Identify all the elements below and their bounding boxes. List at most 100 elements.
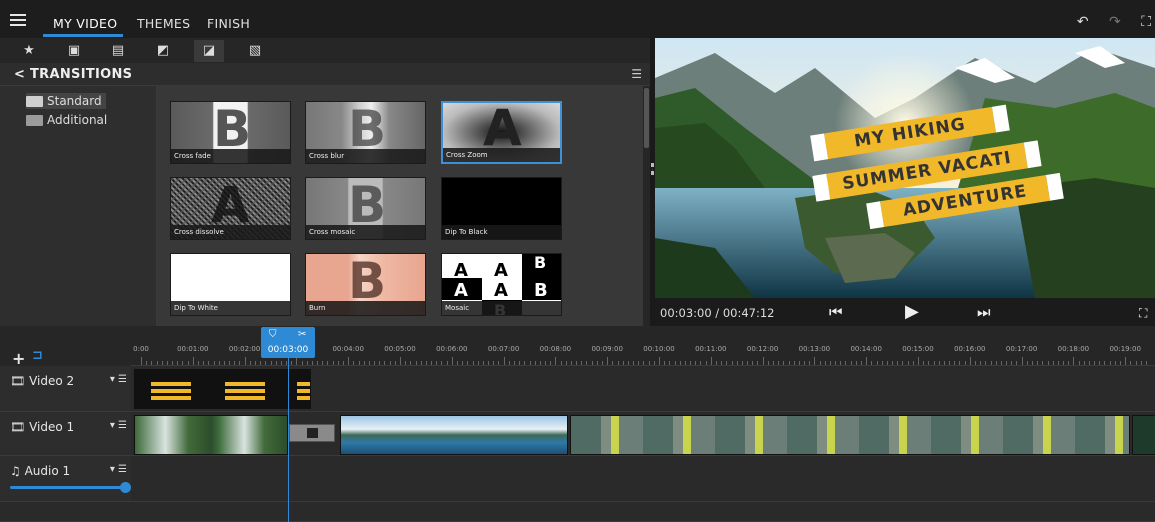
thumb-label: Dip To Black <box>442 225 561 239</box>
ruler-tick <box>809 361 811 365</box>
track-menu-icon[interactable]: ▾ ☰ <box>110 420 127 431</box>
transitions-scrollbar[interactable] <box>643 86 650 326</box>
overlay-icon[interactable]: ▧ <box>240 40 270 62</box>
ruler-tick <box>172 361 174 365</box>
ruler-tick <box>239 361 241 365</box>
undo-icon[interactable]: ↶ <box>1077 14 1089 30</box>
thumb-label: Mosaic <box>442 301 561 315</box>
fullscreen-icon[interactable]: ⛶ <box>1141 14 1151 30</box>
transitions-back-title[interactable]: < TRANSITIONS <box>14 67 132 82</box>
marker-icon[interactable]: ⛉ <box>269 329 277 340</box>
transition-thumb-dip-to-white[interactable]: Dip To White <box>170 253 291 316</box>
transition-thumb-cross-zoom[interactable]: A Cross Zoom <box>441 101 562 164</box>
ruler-tick <box>368 361 370 365</box>
track-lane-audio-1[interactable] <box>131 456 1155 502</box>
transition-thumb-mosaic[interactable]: A A B A A B B Mosaic <box>441 253 562 316</box>
ruler-tick <box>829 361 831 365</box>
transition-thumb-cross-mosaic[interactable]: B Cross mosaic <box>305 177 426 240</box>
ruler-tick <box>343 361 345 365</box>
ruler-tick <box>317 361 319 365</box>
transition-thumb-burn[interactable]: B Burn <box>305 253 426 316</box>
split-icon[interactable]: ✂ <box>298 329 306 340</box>
ruler-tick <box>161 361 163 365</box>
folder-media-icon[interactable]: ▣ <box>59 40 89 62</box>
ruler-tick <box>327 361 329 365</box>
category-label: Standard <box>47 94 102 108</box>
ruler-tick <box>855 361 857 365</box>
ruler-tick <box>633 361 635 365</box>
category-additional[interactable]: Additional <box>26 112 111 128</box>
ruler-tick <box>519 361 521 365</box>
ruler-tick-label: 0:00 <box>133 345 149 353</box>
ruler-tick <box>736 361 738 365</box>
ruler-tick <box>177 361 179 365</box>
video-clip-2[interactable] <box>340 415 568 455</box>
ruler-tick <box>964 361 966 365</box>
list-view-icon[interactable]: ☰ <box>631 67 642 81</box>
skip-forward-icon[interactable]: ⏭ <box>977 303 991 321</box>
title-clip[interactable] <box>134 369 311 409</box>
transition-clip[interactable] <box>289 424 335 442</box>
volume-slider[interactable] <box>10 482 131 493</box>
filter-icon[interactable]: ◩ <box>148 40 178 62</box>
history-controls: ↶ ↷ ⛶ <box>1061 14 1151 30</box>
playhead-handle[interactable]: ⛉ ✂ 00:03:00 <box>261 327 315 358</box>
ruler-tick <box>845 361 847 365</box>
transition-thumb-cross-fade[interactable]: B Cross fade <box>170 101 291 164</box>
ruler-tick <box>182 361 184 365</box>
ruler-tick-label: 00:07:00 <box>487 345 520 353</box>
volume-icon[interactable] <box>120 482 131 493</box>
track-header-video-1[interactable]: 🎞 Video 1 ▾ ☰ <box>0 412 131 456</box>
thumb-label: Cross Zoom <box>443 148 560 162</box>
star-icon[interactable]: ★ <box>14 40 44 62</box>
ruler-tick-label: 00:05:00 <box>384 345 416 353</box>
video-preview[interactable]: MY HIKING SUMMER VACATI ADVENTURE <box>655 38 1155 298</box>
ruler-tick <box>197 361 199 365</box>
ruler-tick <box>1125 357 1127 365</box>
category-standard[interactable]: Standard <box>26 93 106 109</box>
track-header-video-2[interactable]: 🎞 Video 2 ▾ ☰ <box>0 366 131 412</box>
video-clip-4[interactable] <box>1132 415 1155 455</box>
svg-text:A: A <box>454 280 468 301</box>
transition-thumb-dip-to-black[interactable]: Dip To Black <box>441 177 562 240</box>
menu-my-video[interactable]: MY VIDEO <box>53 16 117 31</box>
redo-icon[interactable]: ↷ <box>1109 14 1121 30</box>
menu-themes[interactable]: THEMES <box>137 16 190 31</box>
ruler-tick <box>1120 361 1122 365</box>
ruler-tick <box>560 361 562 365</box>
transition-thumb-cross-blur[interactable]: B Cross blur <box>305 101 426 164</box>
track-menu-icon[interactable]: ▾ ☰ <box>110 464 127 475</box>
svg-text:B: B <box>534 254 546 272</box>
ruler-tick <box>850 361 852 365</box>
ruler-tick <box>980 361 982 365</box>
play-icon[interactable]: ▶ <box>905 301 919 322</box>
video-clip-1[interactable] <box>134 415 288 455</box>
ruler-tick <box>503 357 505 365</box>
track-lane-video-1[interactable] <box>131 412 1155 456</box>
track-header-audio-1[interactable]: ♫ Audio 1 ▾ ☰ <box>0 456 131 502</box>
ruler-tick <box>166 361 168 365</box>
hamburger-menu-icon[interactable] <box>10 14 26 26</box>
ruler-tick <box>508 361 510 365</box>
transition-thumb-cross-dissolve[interactable]: A Cross dissolve <box>170 177 291 240</box>
track-menu-icon[interactable]: ▾ ☰ <box>110 374 127 385</box>
ruler-tick <box>286 361 288 365</box>
ruler-tick <box>472 361 474 365</box>
skip-back-icon[interactable]: ⏮ <box>829 303 843 321</box>
ruler-tick <box>679 361 681 365</box>
transition-icon[interactable]: ◪ <box>194 40 224 62</box>
track-lane-video-2[interactable] <box>131 366 1155 412</box>
video-clip-3[interactable] <box>570 415 1130 455</box>
playhead-line[interactable] <box>288 358 289 522</box>
ruler-tick-label: 00:15:00 <box>902 345 934 353</box>
menu-finish[interactable]: FINISH <box>207 16 250 31</box>
ruler-tick <box>1073 357 1075 365</box>
ruler-tick <box>1021 357 1023 365</box>
ruler-tick-label: 00:06:00 <box>436 345 468 353</box>
ruler-tick <box>990 361 992 365</box>
ruler-tick <box>1135 361 1137 365</box>
thumb-label: Cross mosaic <box>306 225 425 239</box>
magnet-snap-icon[interactable]: ⊐ <box>32 348 43 363</box>
text-icon[interactable]: ▤ <box>103 40 133 62</box>
expand-icon[interactable]: ⛶ <box>1139 306 1147 321</box>
